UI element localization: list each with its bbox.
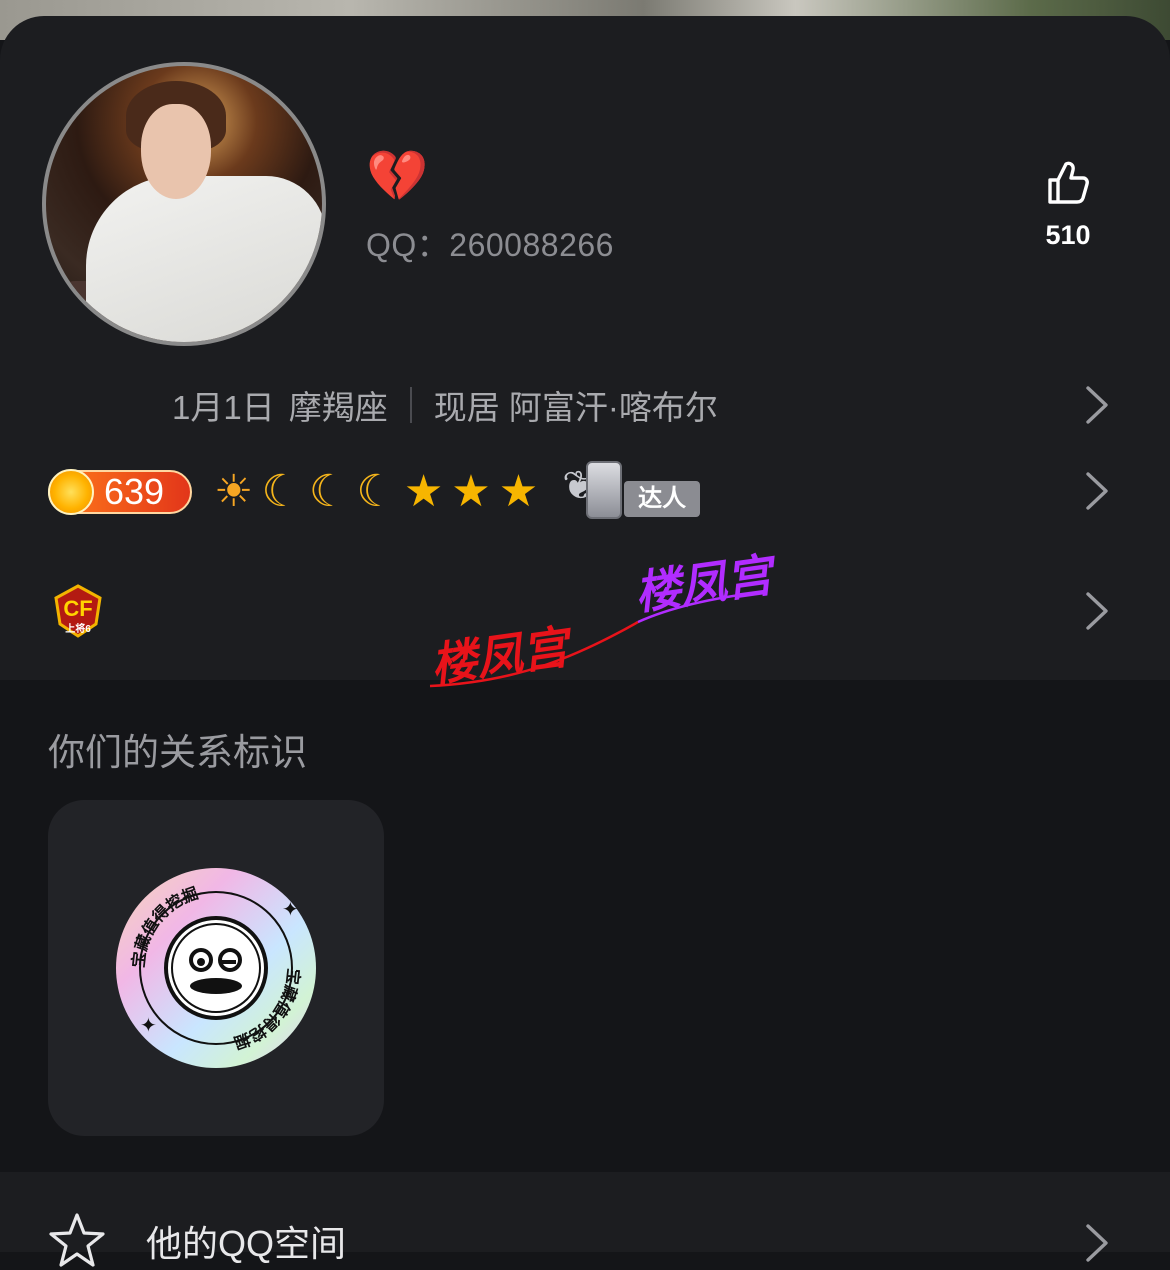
- svg-text:上将6: 上将6: [65, 622, 91, 635]
- level-row[interactable]: 639 ☀ ☾ ☾ ☾ ★ ★ ★ ❦ 达人: [48, 461, 704, 523]
- nickname: 💔: [366, 148, 429, 204]
- relation-tile[interactable]: 宝藏值得挖掘 宝藏值得挖掘 ✦ ✦: [48, 800, 384, 1136]
- sun-icon: ☀: [214, 467, 254, 516]
- moon-icon: ☾: [261, 467, 301, 516]
- penguin-icon: [586, 461, 623, 519]
- star-outline-icon: [49, 1213, 105, 1267]
- star-icon: ★: [403, 467, 444, 516]
- chevron-right-icon[interactable]: [1084, 470, 1110, 512]
- divider: [409, 387, 412, 423]
- level-badge: 639: [48, 469, 192, 515]
- chevron-right-icon[interactable]: [1084, 1222, 1110, 1264]
- svg-text:✦: ✦: [282, 899, 299, 921]
- level-value: 639: [104, 471, 165, 512]
- talent-badge: ❦ 达人: [562, 461, 704, 523]
- level-icons: ☀ ☾ ☾ ☾ ★ ★ ★: [214, 465, 546, 519]
- info-row[interactable]: 1月1日 摩羯座 现居 阿富汗·喀布尔: [172, 382, 718, 428]
- avatar[interactable]: [42, 62, 326, 346]
- svg-text:CF: CF: [63, 596, 92, 621]
- relation-section-title: 你们的关系标识: [48, 732, 307, 773]
- chevron-right-icon[interactable]: [1084, 590, 1110, 632]
- qq-number: QQ：260088266: [366, 227, 614, 263]
- qzone-label: 他的QQ空间: [146, 1223, 347, 1264]
- star-icon: ★: [451, 467, 491, 516]
- birthday: 1月1日: [172, 389, 275, 426]
- zodiac: 摩羯座: [288, 389, 388, 426]
- qzone-row[interactable]: 他的QQ空间: [48, 1212, 346, 1270]
- location: 现居 阿富汗·喀布尔: [433, 389, 718, 426]
- like-count[interactable]: 510: [1010, 220, 1126, 251]
- star-icon: ★: [498, 467, 539, 516]
- svg-text:✦: ✦: [140, 1015, 157, 1037]
- chevron-right-icon[interactable]: [1084, 384, 1110, 426]
- level-coin-icon: [48, 469, 94, 515]
- treasure-medal-icon: 宝藏值得挖掘 宝藏值得挖掘 ✦ ✦: [116, 868, 316, 1068]
- cf-rank-badge-icon[interactable]: CF 上将6: [52, 584, 104, 638]
- moon-icon: ☾: [356, 467, 396, 516]
- moon-icon: ☾: [308, 467, 349, 516]
- thumbs-up-icon[interactable]: [1042, 156, 1094, 208]
- talent-label: 达人: [624, 481, 701, 517]
